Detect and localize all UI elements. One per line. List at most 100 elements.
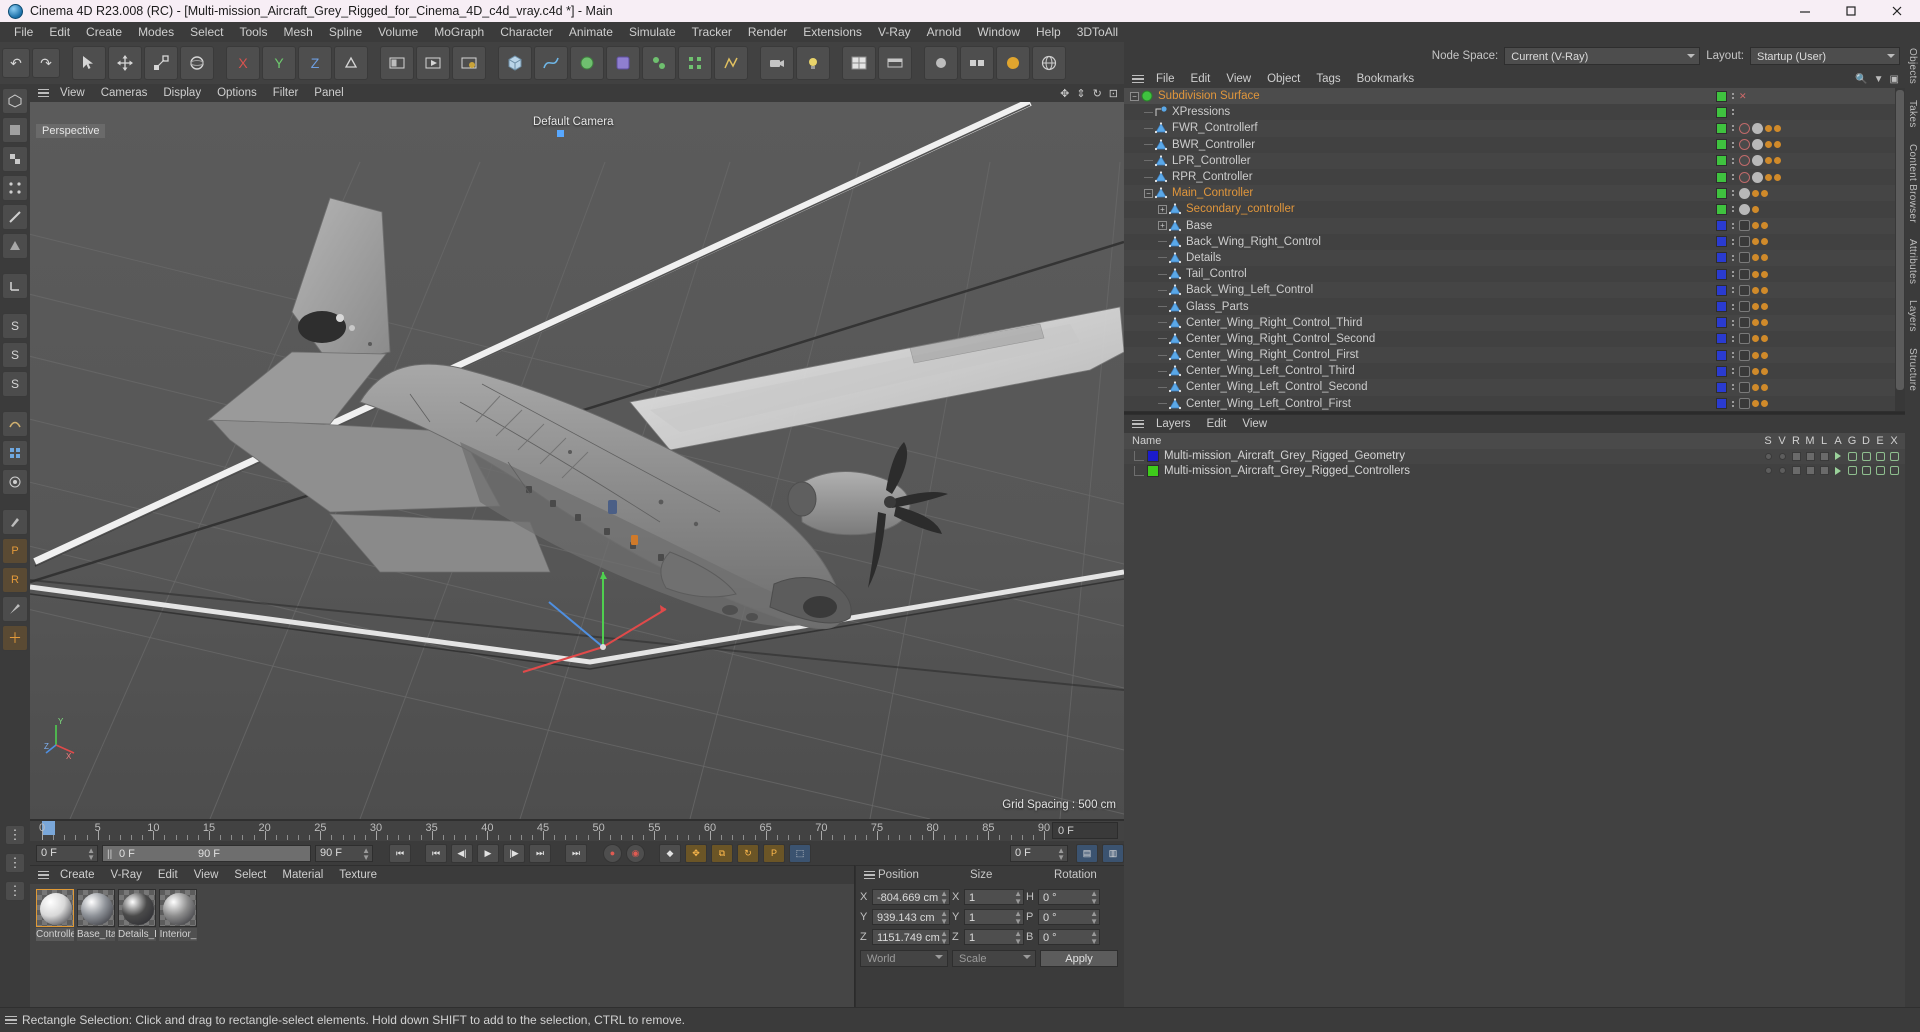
xpresso-tag-icon[interactable] <box>1739 268 1750 280</box>
object-row[interactable]: LPR_Controller <box>1124 152 1895 169</box>
layer-color-chip[interactable] <box>1716 236 1727 248</box>
make-editable-icon[interactable] <box>2 88 28 114</box>
snap-workplane-icon[interactable]: S <box>2 371 28 397</box>
xpresso-tag-icon[interactable] <box>1739 365 1750 377</box>
visible-flag-toggle[interactable] <box>1775 465 1789 477</box>
object-tree[interactable]: − Subdivision Surface ✕ XPressions FWR_Contr… <box>1124 88 1895 412</box>
tab-layers[interactable]: Layers <box>1907 300 1918 332</box>
pos-y-input[interactable]: 939.143 cm ▲ ▼ <box>872 909 950 926</box>
material-item[interactable]: Details_I <box>118 889 156 941</box>
object-menu-handle-icon[interactable] <box>1128 74 1148 84</box>
material-menu-view[interactable]: View <box>186 866 227 884</box>
material-item[interactable]: Interior_ <box>159 889 197 941</box>
visibility-dots-icon[interactable] <box>1730 93 1736 100</box>
play-icon[interactable]: ▶ <box>477 843 499 863</box>
xpresso-tag-icon[interactable] <box>1739 220 1750 232</box>
layer-color-chip[interactable] <box>1716 220 1727 232</box>
protection-tag-icon[interactable] <box>1761 383 1768 391</box>
deformers-flag-toggle[interactable] <box>1859 450 1873 462</box>
xref-flag-toggle[interactable] <box>1887 450 1901 462</box>
visibility-dots-icon[interactable] <box>1730 319 1736 326</box>
protection-tag-icon[interactable] <box>1761 189 1768 197</box>
object-row[interactable]: Back_Wing_Left_Control <box>1124 282 1895 299</box>
rotate-view-icon[interactable]: ↻ <box>1093 87 1102 100</box>
material-menu-handle-icon[interactable] <box>34 870 52 880</box>
protection-tag-icon[interactable] <box>1761 303 1768 311</box>
frame-rate-spinner-icon[interactable]: ▲ ▼ <box>1057 846 1065 861</box>
rotation-key-icon[interactable]: ↻ <box>737 843 759 863</box>
xpresso-tag-icon[interactable] <box>1739 381 1750 393</box>
maximize-view-icon[interactable]: ⊡ <box>1109 87 1118 100</box>
range-spinner-icon[interactable]: ▲ ▼ <box>362 846 370 861</box>
visibility-dots-icon[interactable] <box>1730 335 1736 342</box>
xpresso-icon[interactable] <box>960 46 994 80</box>
prev-frame-icon[interactable]: ◀| <box>451 843 473 863</box>
go-to-start-icon[interactable]: ⏮ <box>389 843 411 863</box>
status-menu-handle-icon[interactable] <box>0 1015 22 1025</box>
phong-tag-icon[interactable] <box>1752 155 1763 167</box>
layer-color-swatch[interactable] <box>1147 450 1159 463</box>
layer-row[interactable]: Multi-mission_Aircraft_Grey_Rigged_Geome… <box>1124 449 1905 464</box>
viewport-menu-options[interactable]: Options <box>209 84 265 102</box>
visibility-dots-icon[interactable] <box>1730 303 1736 310</box>
layer-color-chip[interactable] <box>1716 171 1727 183</box>
object-row[interactable]: RPR_Controller <box>1124 168 1895 186</box>
generators-flag-toggle[interactable] <box>1845 450 1859 462</box>
object-row[interactable]: + Secondary_controller <box>1124 201 1895 218</box>
autokeying-icon[interactable]: ◉ <box>626 843 645 863</box>
layer-color-chip[interactable] <box>1716 317 1727 329</box>
protection-tag-icon[interactable] <box>1761 238 1768 246</box>
record-active-objects-icon[interactable]: ● <box>603 843 622 863</box>
size-z-input[interactable]: 1 ▲ ▼ <box>964 929 1024 946</box>
layers-menu-layers[interactable]: Layers <box>1148 415 1199 433</box>
visibility-dots-icon[interactable] <box>1730 352 1736 359</box>
menu-mograph[interactable]: MoGraph <box>426 22 492 42</box>
protection-tag-icon[interactable] <box>1761 222 1768 230</box>
protection-tag-icon[interactable] <box>1752 189 1759 197</box>
protection-tag-icon[interactable] <box>1752 254 1759 262</box>
layer-color-chip[interactable] <box>1716 122 1727 134</box>
menu-window[interactable]: Window <box>969 22 1028 42</box>
menu-character[interactable]: Character <box>492 22 561 42</box>
layers-menu-handle-icon[interactable] <box>1128 419 1148 429</box>
solo-flag-toggle[interactable] <box>1761 450 1775 462</box>
pin-icon[interactable]: P <box>2 538 28 564</box>
minimize-button[interactable] <box>1782 0 1828 22</box>
snap-quantize-icon[interactable]: S <box>2 342 28 368</box>
layers-menu-view[interactable]: View <box>1234 415 1275 433</box>
rot-h-input[interactable]: 0 ° ▲ ▼ <box>1038 889 1100 906</box>
pan-icon[interactable]: ✥ <box>1060 87 1069 100</box>
material-menu-edit[interactable]: Edit <box>150 866 186 884</box>
texture-mode-icon[interactable] <box>2 146 28 172</box>
viewport-menu-panel[interactable]: Panel <box>306 84 351 102</box>
object-row[interactable]: − Main_Controller <box>1124 185 1895 202</box>
protection-tag-icon[interactable] <box>1765 124 1772 132</box>
object-menu-object[interactable]: Object <box>1259 70 1308 88</box>
layer-color-chip[interactable] <box>1716 365 1727 377</box>
keyframe-selection-icon[interactable]: ◆ <box>659 843 681 863</box>
floor-icon[interactable] <box>842 46 876 80</box>
protection-tag-icon[interactable] <box>1752 335 1759 343</box>
protection-tag-icon[interactable] <box>1752 238 1759 246</box>
expand-icon[interactable]: + <box>1158 221 1167 231</box>
render-settings-icon[interactable] <box>452 46 486 80</box>
protection-tag-icon[interactable] <box>1752 205 1759 213</box>
apply-button[interactable]: Apply <box>1040 950 1118 967</box>
redo-icon[interactable]: ↷ <box>32 48 60 78</box>
mograph-icon[interactable] <box>678 46 712 80</box>
point-mode-icon[interactable] <box>2 175 28 201</box>
animation-flag-toggle[interactable] <box>1831 465 1845 477</box>
render-flag-toggle[interactable] <box>1789 465 1803 477</box>
subdivision-level-icon[interactable] <box>2 469 28 495</box>
interaction-tag-icon[interactable] <box>924 46 958 80</box>
layer-color-chip[interactable] <box>1716 398 1727 410</box>
dopesheet-mode-icon[interactable]: ▥ <box>1102 843 1124 863</box>
object-row[interactable]: Center_Wing_Left_Control_First <box>1124 395 1895 412</box>
close-button[interactable] <box>1874 0 1920 22</box>
xpresso-tag-icon[interactable] <box>1739 301 1750 313</box>
undo-icon[interactable]: ↶ <box>2 48 30 78</box>
tab-structure[interactable]: Structure <box>1907 348 1918 391</box>
visibility-dots-icon[interactable] <box>1730 254 1736 261</box>
protection-tag-icon[interactable] <box>1765 157 1772 165</box>
collapse-icon[interactable]: − <box>1130 91 1139 101</box>
